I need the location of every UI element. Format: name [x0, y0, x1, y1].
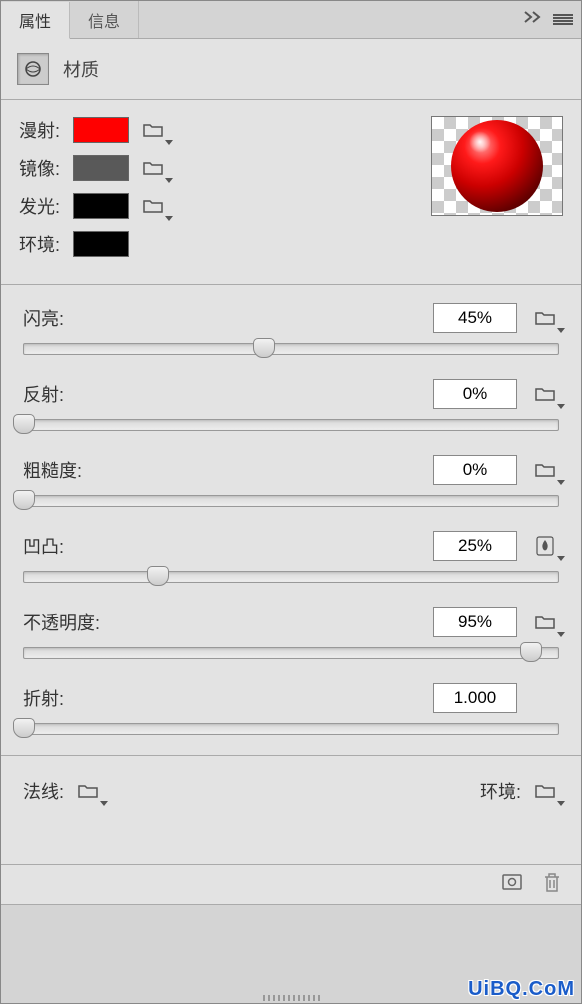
- material-preview[interactable]: [431, 116, 563, 216]
- shine-slider[interactable]: [23, 343, 559, 355]
- panel-footer: [1, 865, 581, 905]
- sliders-section: 闪亮: 反射: 粗糙度:: [1, 285, 581, 756]
- shine-value-input[interactable]: [433, 303, 517, 333]
- diffuse-texture-button[interactable]: [139, 119, 167, 141]
- panel-title: 材质: [63, 56, 99, 82]
- trash-icon[interactable]: [541, 871, 563, 898]
- dropdown-arrow-icon: [100, 801, 108, 806]
- shine-label: 闪亮:: [23, 305, 433, 331]
- diffuse-label: 漫射:: [19, 117, 73, 143]
- dropdown-arrow-icon: [557, 632, 565, 637]
- refraction-label: 折射:: [23, 685, 433, 711]
- reflection-label: 反射:: [23, 381, 433, 407]
- material-icon[interactable]: [17, 53, 49, 85]
- environment-texture-button[interactable]: [531, 780, 559, 802]
- roughness-texture-button[interactable]: [531, 459, 559, 481]
- refraction-thumb[interactable]: [13, 718, 35, 738]
- opacity-row: 不透明度:: [23, 607, 559, 659]
- refraction-row: 折射:: [23, 683, 559, 735]
- dropdown-arrow-icon: [165, 216, 173, 221]
- shine-thumb[interactable]: [253, 338, 275, 358]
- swatch-section: 漫射: 镜像: 发光: 环境:: [1, 100, 581, 285]
- normals-texture-button[interactable]: [74, 780, 102, 802]
- bump-slider[interactable]: [23, 571, 559, 583]
- watermark: UiBQ.CoM: [468, 978, 575, 1001]
- specular-swatch[interactable]: [73, 155, 129, 181]
- bump-texture-button[interactable]: [531, 535, 559, 557]
- ambient-label: 环境:: [19, 231, 73, 257]
- roughness-thumb[interactable]: [13, 490, 35, 510]
- reflection-texture-button[interactable]: [531, 383, 559, 405]
- glow-swatch[interactable]: [73, 193, 129, 219]
- reflection-thumb[interactable]: [13, 414, 35, 434]
- diffuse-swatch[interactable]: [73, 117, 129, 143]
- glow-texture-button[interactable]: [139, 195, 167, 217]
- dropdown-arrow-icon: [165, 178, 173, 183]
- roughness-row: 粗糙度:: [23, 455, 559, 507]
- reflection-row: 反射:: [23, 379, 559, 431]
- opacity-thumb[interactable]: [520, 642, 542, 662]
- glow-label: 发光:: [19, 193, 73, 219]
- opacity-slider[interactable]: [23, 647, 559, 659]
- dropdown-arrow-icon: [165, 140, 173, 145]
- refraction-value-input[interactable]: [433, 683, 517, 713]
- opacity-texture-button[interactable]: [531, 611, 559, 633]
- reflection-slider[interactable]: [23, 419, 559, 431]
- dropdown-arrow-icon: [557, 328, 565, 333]
- render-settings-icon[interactable]: [501, 871, 523, 898]
- dropdown-arrow-icon: [557, 404, 565, 409]
- bump-value-input[interactable]: [433, 531, 517, 561]
- roughness-value-input[interactable]: [433, 455, 517, 485]
- collapse-icon[interactable]: [523, 10, 545, 29]
- ambient-swatch[interactable]: [73, 231, 129, 257]
- dropdown-arrow-icon: [557, 556, 565, 561]
- tab-bar: 属性 信息: [1, 1, 581, 39]
- reflection-value-input[interactable]: [433, 379, 517, 409]
- preview-sphere-icon: [451, 120, 543, 212]
- opacity-label: 不透明度:: [23, 609, 433, 635]
- roughness-label: 粗糙度:: [23, 457, 433, 483]
- roughness-slider[interactable]: [23, 495, 559, 507]
- tab-info[interactable]: 信息: [70, 1, 139, 38]
- shine-texture-button[interactable]: [531, 307, 559, 329]
- panel-menu-icon[interactable]: [553, 12, 573, 28]
- normals-section: 法线: 环境:: [1, 756, 581, 865]
- opacity-value-input[interactable]: [433, 607, 517, 637]
- panel-header: 材质: [1, 39, 581, 100]
- environment-label: 环境:: [480, 778, 521, 804]
- bump-row: 凹凸:: [23, 531, 559, 583]
- bump-label: 凹凸:: [23, 533, 433, 559]
- dropdown-arrow-icon: [557, 480, 565, 485]
- bump-thumb[interactable]: [147, 566, 169, 586]
- shine-row: 闪亮:: [23, 303, 559, 355]
- tab-properties[interactable]: 属性: [1, 2, 70, 39]
- resize-grip-icon[interactable]: [231, 993, 351, 1003]
- normals-label: 法线:: [23, 778, 64, 804]
- specular-label: 镜像:: [19, 155, 73, 181]
- refraction-slider[interactable]: [23, 723, 559, 735]
- dropdown-arrow-icon: [557, 801, 565, 806]
- specular-texture-button[interactable]: [139, 157, 167, 179]
